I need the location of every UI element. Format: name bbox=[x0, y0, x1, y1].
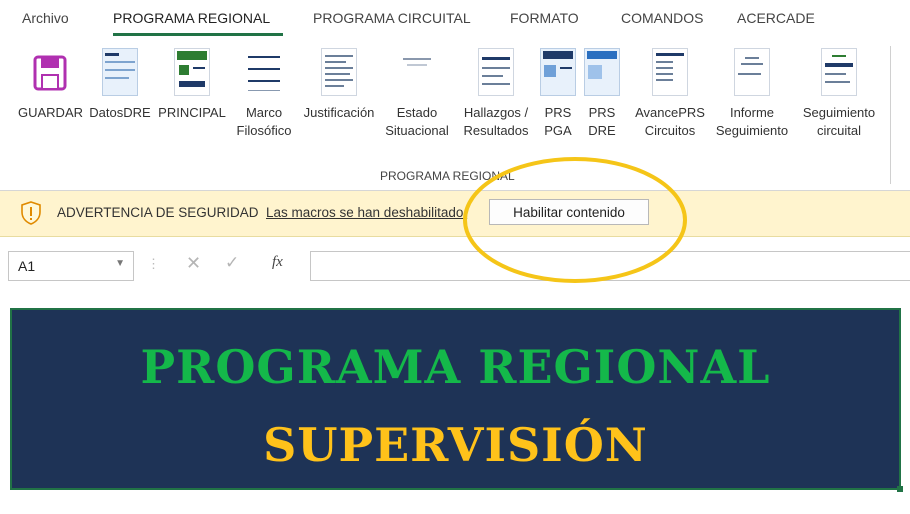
formula-bar: A1 ▼ ⋮ ✕ ✓ fx bbox=[0, 237, 910, 299]
prs-dre-thumbnail-icon bbox=[584, 48, 620, 96]
resize-handle-icon[interactable]: ⋮ bbox=[147, 256, 160, 272]
tab-formato[interactable]: FORMATO bbox=[510, 10, 579, 26]
principal-label: PRINCIPAL bbox=[158, 105, 226, 120]
guardar-label: GUARDAR bbox=[18, 105, 84, 120]
avanceprs-label-2: Circuitos bbox=[644, 123, 696, 138]
enable-content-button[interactable]: Habilitar contenido bbox=[489, 199, 649, 225]
estado-label-2: Situacional bbox=[385, 123, 449, 138]
prs-pga-thumbnail-icon bbox=[540, 48, 576, 96]
macros-disabled-link[interactable]: Las macros se han deshabilitado. bbox=[266, 205, 467, 220]
seguimiento-label: Seguimiento bbox=[802, 105, 876, 120]
hallazgos-resultados-button[interactable]: Hallazgos / Resultados bbox=[459, 48, 533, 140]
informe-thumbnail-icon bbox=[734, 48, 770, 96]
principal-thumbnail-icon bbox=[174, 48, 210, 96]
insert-function-icon[interactable]: fx bbox=[272, 254, 283, 271]
shield-warning-icon bbox=[21, 201, 41, 225]
estado-label: Estado bbox=[396, 105, 438, 120]
estado-situacional-button[interactable]: Estado Situacional bbox=[381, 48, 453, 140]
ribbon-tabs: Archivo PROGRAMA REGIONAL PROGRAMA CIRCU… bbox=[0, 0, 910, 40]
datosdre-label: DatosDRE bbox=[89, 105, 151, 120]
marco-label: Marco bbox=[245, 105, 283, 120]
tab-programa-regional[interactable]: PROGRAMA REGIONAL bbox=[113, 10, 270, 26]
avanceprs-circuitos-button[interactable]: AvancePRS Circuitos bbox=[632, 48, 708, 140]
ribbon-separator bbox=[890, 46, 891, 184]
guardar-button[interactable]: GUARDAR bbox=[18, 48, 84, 122]
datosdre-button[interactable]: DatosDRE bbox=[88, 48, 152, 122]
prs-dre-label: PRS bbox=[588, 105, 616, 120]
security-warning-bar: ADVERTENCIA DE SEGURIDAD Las macros se h… bbox=[0, 191, 910, 237]
fill-handle[interactable] bbox=[897, 486, 903, 492]
tab-comandos[interactable]: COMANDOS bbox=[621, 10, 703, 26]
estado-thumbnail-icon bbox=[399, 48, 435, 96]
tab-programa-circuital[interactable]: PROGRAMA CIRCUITAL bbox=[313, 10, 471, 26]
ribbon: GUARDAR DatosDRE PRINCIPAL Marco Filosóf bbox=[0, 40, 910, 191]
informe-label-2: Seguimiento bbox=[715, 123, 789, 138]
seguimiento-circuital-button[interactable]: Seguimiento circuital bbox=[794, 48, 884, 140]
active-tab-indicator bbox=[113, 33, 283, 36]
seguimiento-label-2: circuital bbox=[816, 123, 862, 138]
security-warning-title: ADVERTENCIA DE SEGURIDAD bbox=[57, 205, 259, 220]
enter-icon[interactable]: ✓ bbox=[225, 253, 239, 273]
justificacion-button[interactable]: Justificación bbox=[298, 48, 380, 122]
name-box-value: A1 bbox=[18, 258, 36, 274]
hallazgos-label-2: Resultados bbox=[463, 123, 529, 138]
banner-title-line1: PROGRAMA REGIONAL bbox=[140, 340, 771, 394]
worksheet-area[interactable]: PROGRAMA REGIONAL SUPERVISIÓN bbox=[0, 300, 910, 514]
banner-title-line2: SUPERVISIÓN bbox=[263, 418, 648, 472]
principal-button[interactable]: PRINCIPAL bbox=[156, 48, 228, 122]
hallazgos-label: Hallazgos / bbox=[463, 105, 529, 120]
formula-input[interactable] bbox=[310, 251, 910, 281]
prs-pga-label-2: PGA bbox=[544, 123, 572, 138]
prs-dre-button[interactable]: PRS DRE bbox=[582, 48, 622, 140]
justificacion-thumbnail-icon bbox=[321, 48, 357, 96]
prs-pga-button[interactable]: PRS PGA bbox=[538, 48, 578, 140]
justificacion-label: Justificación bbox=[303, 105, 375, 120]
seguimiento-thumbnail-icon bbox=[821, 48, 857, 96]
title-banner-cell[interactable]: PROGRAMA REGIONAL SUPERVISIÓN bbox=[10, 308, 901, 490]
prs-dre-label-2: DRE bbox=[588, 123, 616, 138]
informe-seguimiento-button[interactable]: Informe Seguimiento bbox=[711, 48, 793, 140]
datosdre-thumbnail-icon bbox=[102, 48, 138, 96]
informe-label: Informe bbox=[729, 105, 775, 120]
avanceprs-thumbnail-icon bbox=[652, 48, 688, 96]
marco-filosofico-button[interactable]: Marco Filosófico bbox=[232, 48, 296, 140]
chevron-down-icon[interactable]: ▼ bbox=[115, 258, 125, 269]
save-icon bbox=[32, 48, 68, 96]
ribbon-group-label: PROGRAMA REGIONAL bbox=[380, 169, 515, 183]
tab-acercade[interactable]: ACERCADE bbox=[737, 10, 815, 26]
name-box[interactable]: A1 ▼ bbox=[8, 251, 134, 281]
marco-thumbnail-icon bbox=[246, 48, 282, 96]
hallazgos-thumbnail-icon bbox=[478, 48, 514, 96]
cancel-icon[interactable]: ✕ bbox=[186, 253, 201, 274]
marco-label-2: Filosófico bbox=[236, 123, 292, 138]
avanceprs-label: AvancePRS bbox=[635, 105, 705, 120]
tab-archivo[interactable]: Archivo bbox=[22, 10, 69, 26]
prs-pga-label: PRS bbox=[544, 105, 572, 120]
